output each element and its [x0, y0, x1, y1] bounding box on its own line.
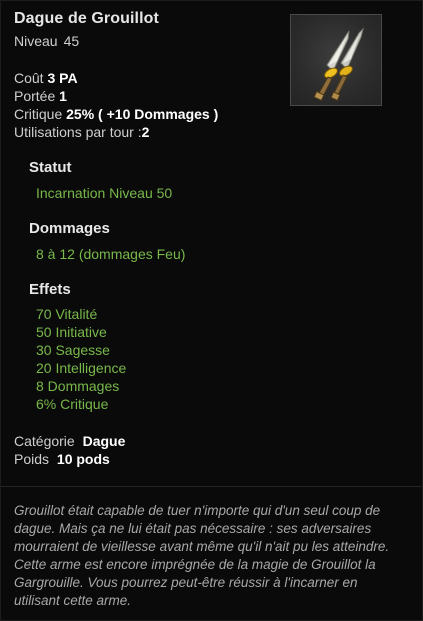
stat-value: 1: [59, 88, 67, 104]
statut-text: Incarnation Niveau 50: [36, 185, 173, 201]
weight-value: 10 pods: [56, 451, 110, 467]
stat-label: Coût: [14, 70, 44, 86]
statut-heading: Statut: [29, 159, 72, 176]
effect-item: 20 Intelligence: [36, 360, 127, 376]
item-stats: Coût 3 PA Portée 1 Critique 25% ( +10 Do…: [14, 69, 218, 141]
item-level: Niveau 45: [14, 33, 79, 49]
level-value: 45: [63, 33, 80, 49]
effect-item: 6% Critique: [36, 396, 109, 412]
stat-label: Critique: [14, 106, 63, 122]
stat-value: 25% ( +10 Dommages ): [66, 106, 219, 122]
stat-label: Utilisations par tour :: [14, 124, 142, 140]
item-tooltip: Dague de Grouillot Niveau 45 Coût 3 PA P…: [0, 0, 423, 621]
effect-item: 50 Initiative: [36, 324, 107, 340]
effect-item: 8 Dommages: [36, 378, 120, 394]
item-details: Catégorie Dague Poids 10 pods: [14, 432, 125, 468]
stat-range: Portée 1: [14, 87, 218, 105]
dommages-heading: Dommages: [29, 220, 110, 237]
category-row: Catégorie Dague: [14, 432, 125, 450]
weight-label: Poids: [14, 451, 50, 467]
dommages-text: 8 à 12 (dommages Feu): [36, 246, 186, 262]
dagger-pair-icon: [313, 27, 364, 102]
category-label: Catégorie: [14, 433, 75, 449]
item-image-frame: [290, 14, 382, 106]
effets-heading: Effets: [29, 281, 71, 298]
category-value: Dague: [82, 433, 126, 449]
stat-value: 2: [141, 124, 150, 140]
effets-list: 70 Vitalité 50 Initiative 30 Sagesse 20 …: [36, 305, 126, 413]
stat-critical: Critique 25% ( +10 Dommages ): [14, 105, 218, 123]
stat-cost: Coût 3 PA: [14, 69, 218, 87]
effect-item: 30 Sagesse: [36, 342, 110, 358]
stat-value: 3 PA: [47, 70, 78, 86]
level-label: Niveau: [14, 33, 58, 49]
item-description: Grouillot était capable de tuer n'import…: [14, 503, 390, 608]
item-name: Dague de Grouillot: [14, 10, 159, 27]
divider: [1, 486, 422, 487]
effect-item: 70 Vitalité: [36, 306, 98, 322]
stat-uses-per-turn: Utilisations par tour :2: [14, 123, 218, 141]
stat-label: Portée: [14, 88, 56, 104]
weight-row: Poids 10 pods: [14, 450, 125, 468]
